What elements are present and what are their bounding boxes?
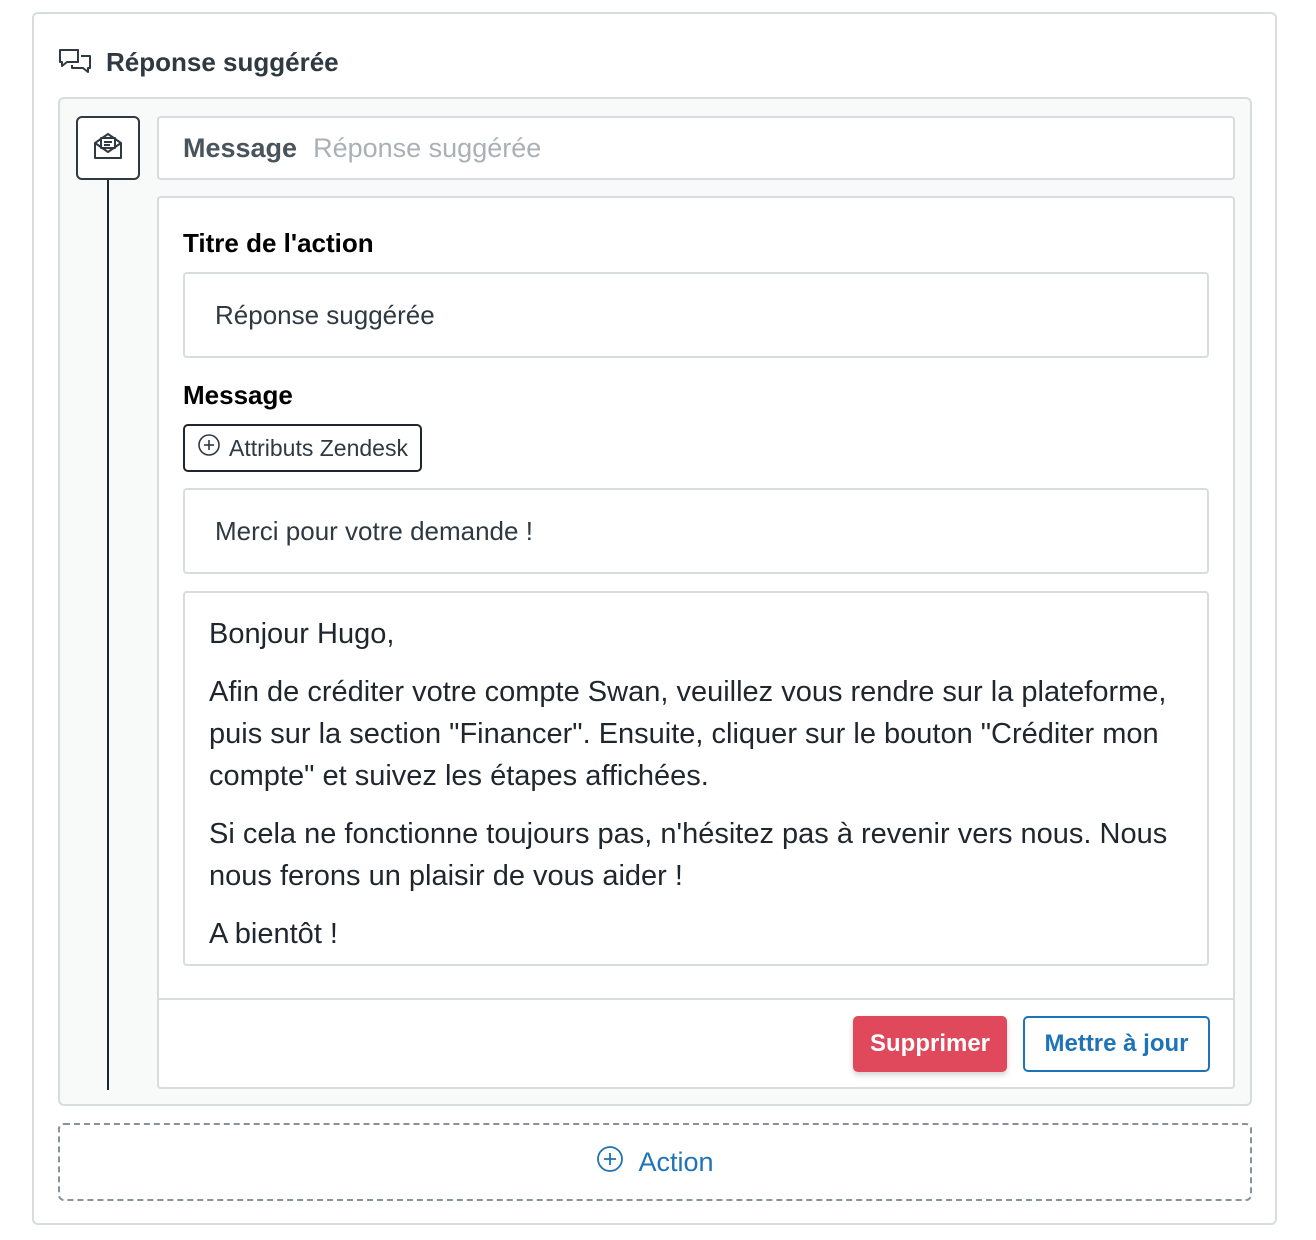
body-paragraph: Bonjour Hugo, <box>209 618 395 650</box>
card-header: Réponse suggérée <box>58 44 339 80</box>
plus-circle-icon <box>197 433 221 463</box>
add-action-label: Action <box>638 1146 714 1177</box>
steps-panel: Message Réponse suggérée Titre de l'acti… <box>58 97 1252 1106</box>
message-body-editor[interactable]: Bonjour Hugo, Afin de créditer votre com… <box>183 591 1209 966</box>
form-footer: Supprimer Mettre à jour <box>159 998 1233 1087</box>
step-form: Titre de l'action Réponse suggérée Messa… <box>157 196 1235 1089</box>
step-icon-button[interactable] <box>76 116 140 180</box>
add-action-button[interactable]: Action <box>58 1123 1252 1201</box>
card-title: Réponse suggérée <box>106 46 339 77</box>
body-paragraph: A bientôt ! <box>209 918 338 950</box>
zendesk-attributes-button[interactable]: Attributs Zendesk <box>183 424 422 472</box>
timeline-line <box>107 180 109 1090</box>
action-title-label: Titre de l'action <box>183 228 374 258</box>
step-name: Réponse suggérée <box>313 132 542 163</box>
zendesk-attributes-label: Attributs Zendesk <box>229 434 408 461</box>
envelope-open-icon <box>92 131 124 166</box>
step-header-row[interactable]: Message Réponse suggérée <box>157 116 1235 180</box>
suggested-reply-card: Réponse suggérée Message Réponse suggéré… <box>32 12 1277 1225</box>
body-paragraph: Si cela ne fonctionne toujours pas, n'hé… <box>209 818 1168 892</box>
step-type-label: Message <box>183 132 298 163</box>
body-paragraph: Afin de créditer votre compte Swan, veui… <box>209 676 1167 792</box>
update-button[interactable]: Mettre à jour <box>1023 1016 1210 1072</box>
message-label: Message <box>183 380 293 410</box>
chat-bubbles-icon <box>58 47 92 77</box>
delete-button[interactable]: Supprimer <box>853 1016 1007 1072</box>
action-title-input[interactable]: Réponse suggérée <box>183 272 1209 358</box>
plus-circle-icon <box>596 1145 624 1180</box>
subject-input[interactable]: Merci pour votre demande ! <box>183 488 1209 574</box>
